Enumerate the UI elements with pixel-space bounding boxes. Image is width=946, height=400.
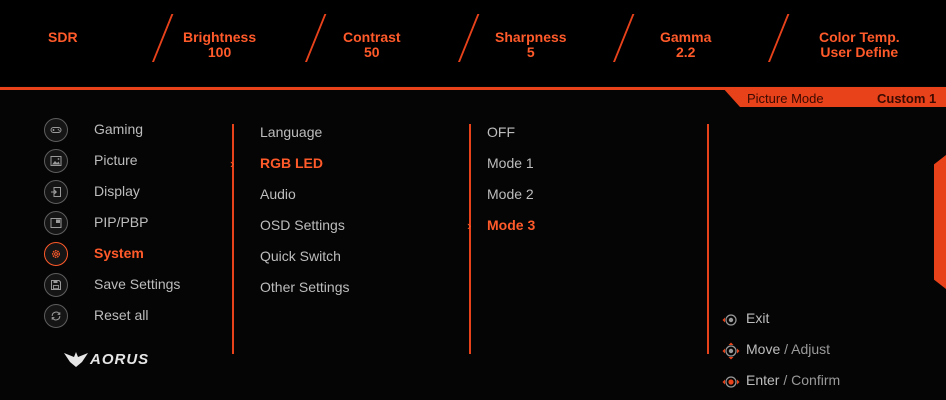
eagle-logo-icon <box>64 352 88 367</box>
submenu-item-osd-settings[interactable]: OSD Settings <box>260 217 345 233</box>
selection-chevron-icon: › <box>230 156 235 171</box>
divider-slash <box>458 14 480 62</box>
joystick-left-icon <box>722 314 737 326</box>
display-input-icon <box>44 180 68 204</box>
sharpness-value: 5 <box>526 44 535 60</box>
gamma-status: Gamma 2.2 <box>660 30 711 60</box>
reset-icon <box>44 304 68 328</box>
menu-label-system: System <box>94 245 144 261</box>
picture-mode-label: Picture Mode <box>747 91 824 106</box>
menu-label-save-settings: Save Settings <box>94 276 181 292</box>
sharpness-label: Sharpness <box>495 29 567 45</box>
color-temp-label: Color Temp. <box>819 29 900 45</box>
gear-icon <box>44 242 68 266</box>
submenu-item-rgb-led[interactable]: RGB LED <box>260 155 323 171</box>
brightness-label: Brightness <box>183 29 257 45</box>
brightness-status: Brightness 100 <box>183 30 256 60</box>
contrast-label: Contrast <box>343 29 401 45</box>
menu-label-reset-all: Reset all <box>94 307 149 323</box>
aorus-logo: AORUS <box>64 350 148 373</box>
enter-confirm-label: Enter / Confirm <box>746 372 840 388</box>
enter-label: Enter <box>746 372 780 388</box>
joystick-directions-icon <box>722 342 740 360</box>
confirm-label: / Confirm <box>783 372 841 388</box>
option-mode-3[interactable]: Mode 3 <box>487 217 535 233</box>
gamma-label: Gamma <box>660 29 712 45</box>
brightness-value: 100 <box>207 44 232 60</box>
move-label: Move <box>746 341 781 357</box>
save-icon <box>44 273 68 297</box>
contrast-status: Contrast 50 <box>343 30 401 60</box>
submenu-item-audio[interactable]: Audio <box>260 186 296 202</box>
sharpness-status: Sharpness 5 <box>495 30 567 60</box>
picture-mode-value: Custom 1 <box>877 91 937 106</box>
pip-icon <box>44 211 68 235</box>
divider-slash <box>768 14 790 62</box>
picture-icon <box>44 149 68 173</box>
submenu-item-quick-switch[interactable]: Quick Switch <box>260 248 341 264</box>
divider-slash <box>305 14 327 62</box>
scroll-edge-tab <box>934 155 946 289</box>
joystick-press-icon <box>722 376 740 388</box>
menu-label-display: Display <box>94 183 140 199</box>
adjust-label: / Adjust <box>784 341 831 357</box>
status-bar: SDR Brightness 100 Contrast 50 Sharpness… <box>0 0 946 86</box>
move-adjust-label: Move / Adjust <box>746 341 830 357</box>
osd-screen: SDR Brightness 100 Contrast 50 Sharpness… <box>0 0 946 400</box>
hdr-mode-value: SDR <box>48 29 78 45</box>
hdr-mode-status: SDR <box>48 30 78 45</box>
gamma-value: 2.2 <box>675 44 696 60</box>
menu-label-picture: Picture <box>94 152 138 168</box>
divider-slash <box>613 14 635 62</box>
color-temp-status: Color Temp. User Define <box>819 30 900 60</box>
option-off[interactable]: OFF <box>487 124 515 140</box>
option-mode-2[interactable]: Mode 2 <box>487 186 534 202</box>
submenu-item-other-settings[interactable]: Other Settings <box>260 279 350 295</box>
column-divider <box>469 124 471 354</box>
exit-label: Exit <box>746 310 770 326</box>
brand-logo-text: AORUS <box>90 351 150 368</box>
color-temp-value: User Define <box>820 44 899 60</box>
divider-slash <box>152 14 174 62</box>
selection-chevron-icon: › <box>467 218 472 233</box>
option-mode-1[interactable]: Mode 1 <box>487 155 534 171</box>
menu-label-gaming: Gaming <box>94 121 144 137</box>
gamepad-icon <box>44 118 68 142</box>
menu-label-pip-pbp: PIP/PBP <box>94 214 149 230</box>
submenu-item-language[interactable]: Language <box>260 124 322 140</box>
column-divider <box>707 124 709 354</box>
contrast-value: 50 <box>363 44 380 60</box>
